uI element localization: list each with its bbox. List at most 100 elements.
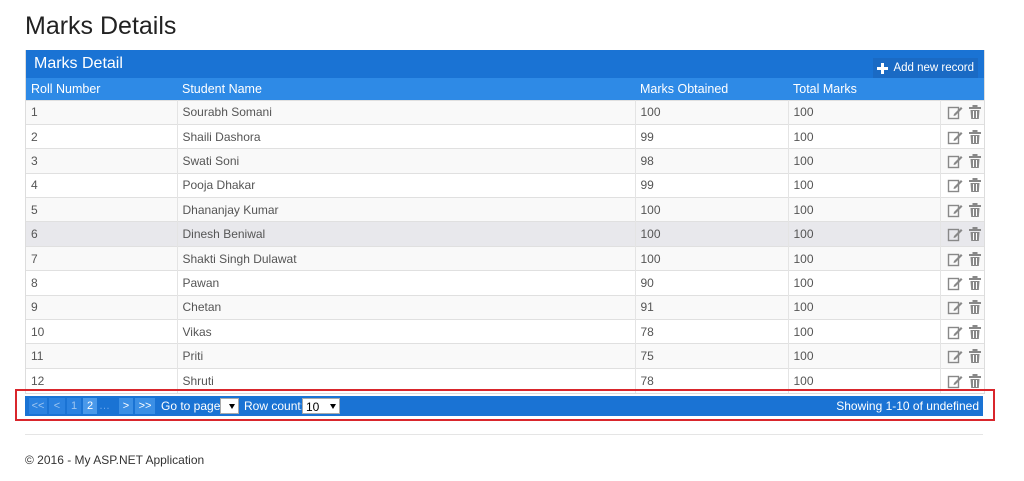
edit-icon[interactable] xyxy=(947,251,963,267)
row-count-select[interactable]: 10 xyxy=(302,398,340,414)
edit-icon[interactable] xyxy=(947,324,963,340)
chevron-down-icon xyxy=(229,404,235,409)
row-actions xyxy=(940,319,984,344)
trash-icon[interactable] xyxy=(967,129,983,145)
edit-icon[interactable] xyxy=(947,275,963,291)
total-marks-cell: 100 xyxy=(788,123,941,149)
row-actions xyxy=(940,343,984,369)
edit-icon[interactable] xyxy=(947,202,963,218)
row-actions xyxy=(940,294,984,320)
table-body: 1 Sourabh Somani 100 100 2 Shaili Dashora 99 10… xyxy=(26,99,984,393)
table-row[interactable]: 10 Vikas 78 100 xyxy=(26,319,984,344)
page-2-button[interactable]: 2 xyxy=(83,398,97,414)
grid-header: Marks Detail Add new record xyxy=(26,50,984,78)
row-actions xyxy=(940,221,984,247)
student-name-cell: Pawan xyxy=(177,270,636,296)
column-header-actions xyxy=(940,78,984,100)
edit-icon[interactable] xyxy=(947,299,963,315)
roll-number-cell: 7 xyxy=(26,245,178,271)
marks-obtained-cell: 100 xyxy=(635,99,789,125)
student-name-cell: Sourabh Somani xyxy=(177,99,636,125)
marks-obtained-cell: 98 xyxy=(635,148,789,174)
marks-table: Roll Number Student Name Marks Obtained … xyxy=(26,78,984,393)
student-name-cell: Shakti Singh Dulawat xyxy=(177,245,636,271)
trash-icon[interactable] xyxy=(967,226,983,242)
roll-number-cell: 2 xyxy=(26,123,178,149)
marks-obtained-cell: 99 xyxy=(635,123,789,149)
table-row[interactable]: 2 Shaili Dashora 99 100 xyxy=(26,123,984,149)
column-header-total-marks[interactable]: Total Marks xyxy=(788,78,940,100)
add-new-record-button[interactable]: Add new record xyxy=(873,58,978,78)
page-title: Marks Details xyxy=(25,12,177,40)
go-to-page-select[interactable] xyxy=(220,398,239,414)
column-header-roll-number[interactable]: Roll Number xyxy=(26,78,177,100)
first-page-button[interactable]: << xyxy=(29,398,47,414)
column-header-student-name[interactable]: Student Name xyxy=(177,78,635,100)
chevron-down-icon xyxy=(330,404,336,409)
edit-icon[interactable] xyxy=(947,373,963,389)
trash-icon[interactable] xyxy=(967,324,983,340)
edit-icon[interactable] xyxy=(947,153,963,169)
row-actions xyxy=(940,270,984,296)
student-name-cell: Chetan xyxy=(177,294,636,320)
trash-icon[interactable] xyxy=(967,202,983,218)
row-actions xyxy=(940,197,984,222)
total-marks-cell: 100 xyxy=(788,294,941,320)
total-marks-cell: 100 xyxy=(788,221,941,247)
table-row[interactable]: 9 Chetan 91 100 xyxy=(26,294,984,320)
page-1-button[interactable]: 1 xyxy=(67,398,81,414)
trash-icon[interactable] xyxy=(967,104,983,120)
trash-icon[interactable] xyxy=(967,373,983,389)
go-to-page-label: Go to page: xyxy=(161,399,224,413)
table-row[interactable]: 8 Pawan 90 100 xyxy=(26,270,984,296)
grid-caption: Marks Detail xyxy=(34,55,123,72)
table-row[interactable]: 11 Priti 75 100 xyxy=(26,343,984,369)
roll-number-cell: 8 xyxy=(26,270,178,296)
edit-icon[interactable] xyxy=(947,348,963,364)
roll-number-cell: 1 xyxy=(26,99,178,125)
marks-obtained-cell: 78 xyxy=(635,319,789,344)
table-row[interactable]: 6 Dinesh Beniwal 100 100 xyxy=(26,221,984,247)
showing-status: Showing 1-10 of undefined xyxy=(836,399,979,413)
trash-icon[interactable] xyxy=(967,153,983,169)
last-page-button[interactable]: >> xyxy=(135,398,155,414)
total-marks-cell: 100 xyxy=(788,197,941,222)
edit-icon[interactable] xyxy=(947,104,963,120)
column-header-marks-obtained[interactable]: Marks Obtained xyxy=(635,78,788,100)
marks-obtained-cell: 100 xyxy=(635,221,789,247)
student-name-cell: Vikas xyxy=(177,319,636,344)
table-row[interactable]: 5 Dhananjay Kumar 100 100 xyxy=(26,197,984,222)
edit-icon[interactable] xyxy=(947,177,963,193)
add-new-record-label: Add new record xyxy=(893,62,974,74)
edit-icon[interactable] xyxy=(947,129,963,145)
marks-grid: Marks Detail Add new record Roll Number … xyxy=(25,50,985,394)
trash-icon[interactable] xyxy=(967,348,983,364)
table-row[interactable]: 3 Swati Soni 98 100 xyxy=(26,148,984,174)
table-row[interactable]: 4 Pooja Dhakar 99 100 xyxy=(26,172,984,198)
edit-icon[interactable] xyxy=(947,226,963,242)
row-actions xyxy=(940,172,984,198)
trash-icon[interactable] xyxy=(967,275,983,291)
roll-number-cell: 6 xyxy=(26,221,178,247)
marks-obtained-cell: 99 xyxy=(635,172,789,198)
total-marks-cell: 100 xyxy=(788,99,941,125)
roll-number-cell: 5 xyxy=(26,197,178,222)
trash-icon[interactable] xyxy=(967,299,983,315)
footer-divider xyxy=(25,434,983,435)
table-row[interactable]: 7 Shakti Singh Dulawat 100 100 xyxy=(26,245,984,271)
row-count-label: Row count: xyxy=(244,399,305,413)
roll-number-cell: 3 xyxy=(26,148,178,174)
row-actions xyxy=(940,99,984,125)
student-name-cell: Dinesh Beniwal xyxy=(177,221,636,247)
pager-dots: … xyxy=(99,400,110,412)
student-name-cell: Dhananjay Kumar xyxy=(177,197,636,222)
next-page-button[interactable]: > xyxy=(119,398,133,414)
marks-obtained-cell: 100 xyxy=(635,245,789,271)
trash-icon[interactable] xyxy=(967,251,983,267)
roll-number-cell: 10 xyxy=(26,319,178,344)
prev-page-button[interactable]: < xyxy=(49,398,65,414)
marks-obtained-cell: 91 xyxy=(635,294,789,320)
total-marks-cell: 100 xyxy=(788,343,941,369)
table-row[interactable]: 1 Sourabh Somani 100 100 xyxy=(26,99,984,125)
trash-icon[interactable] xyxy=(967,177,983,193)
